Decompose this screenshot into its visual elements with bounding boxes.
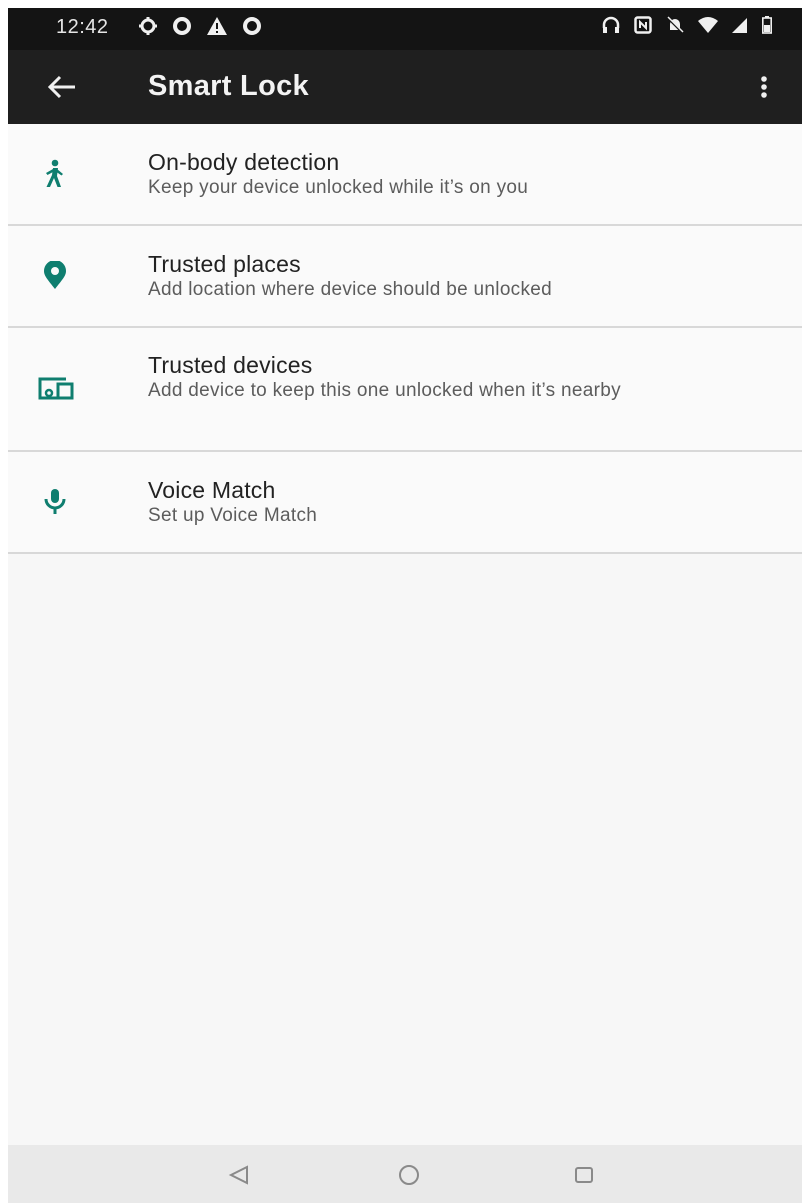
list-item-subtitle: Add location where device should be unlo… (148, 279, 553, 300)
wifi-icon (698, 17, 718, 33)
list-item-trusted-places[interactable]: Trusted places Add location where device… (8, 226, 802, 328)
list-item-subtitle: Set up Voice Match (148, 505, 318, 526)
page-title: Smart Lock (148, 70, 309, 102)
headphones-icon (602, 16, 620, 33)
status-system-icons (602, 16, 772, 34)
more-vert-icon (761, 76, 767, 98)
status-notification-icons (138, 16, 262, 36)
list-item-subtitle: Keep your device unlocked while it’s on … (148, 177, 529, 198)
list-item-title: Trusted places (148, 251, 301, 277)
more-options-button[interactable] (746, 69, 782, 105)
back-triangle-icon (228, 1165, 248, 1185)
list-item-title: On-body detection (148, 149, 340, 175)
list-item-trusted-devices[interactable]: Trusted devices Add device to keep this … (8, 328, 802, 452)
alert-icon (207, 17, 227, 35)
ring-icon (243, 17, 261, 35)
location-pin-icon (38, 259, 72, 293)
battery-icon (762, 16, 772, 34)
list-item-subtitle: Add device to keep this one unlocked whe… (148, 380, 621, 401)
list-item-title: Trusted devices (148, 352, 313, 378)
arrow-back-icon (47, 75, 75, 99)
nav-back-button[interactable] (221, 1157, 257, 1193)
app-bar: Smart Lock (8, 50, 802, 124)
screen: 12:42 Smart Lock On-body detection Keep … (8, 8, 802, 1203)
mute-icon (667, 16, 684, 33)
nav-home-button[interactable] (391, 1157, 427, 1193)
status-time: 12:42 (56, 16, 109, 38)
back-button[interactable] (44, 69, 80, 105)
nfc-icon (634, 16, 652, 34)
phone-frame: 12:42 Smart Lock On-body detection Keep … (0, 0, 802, 1203)
microphone-icon (38, 484, 72, 518)
gear-icon (139, 17, 157, 35)
list-item-text: Trusted devices Add device to keep this … (148, 351, 762, 403)
list-item-on-body-detection[interactable]: On-body detection Keep your device unloc… (8, 124, 802, 226)
recents-square-icon (575, 1167, 593, 1183)
list-item-title: Voice Match (148, 477, 276, 503)
signal-icon (732, 18, 747, 33)
smart-lock-options-list: On-body detection Keep your device unloc… (8, 124, 802, 554)
home-circle-icon (399, 1165, 419, 1185)
status-bar: 12:42 (8, 8, 802, 50)
walking-person-icon (38, 157, 72, 191)
ring-icon (173, 17, 191, 35)
list-item-text: On-body detection Keep your device unloc… (148, 148, 762, 200)
list-item-text: Trusted places Add location where device… (148, 250, 762, 302)
list-item-voice-match[interactable]: Voice Match Set up Voice Match (8, 452, 802, 554)
system-navigation-bar (8, 1145, 802, 1203)
nav-recents-button[interactable] (566, 1157, 602, 1193)
devices-icon (34, 372, 78, 406)
list-item-text: Voice Match Set up Voice Match (148, 476, 762, 528)
